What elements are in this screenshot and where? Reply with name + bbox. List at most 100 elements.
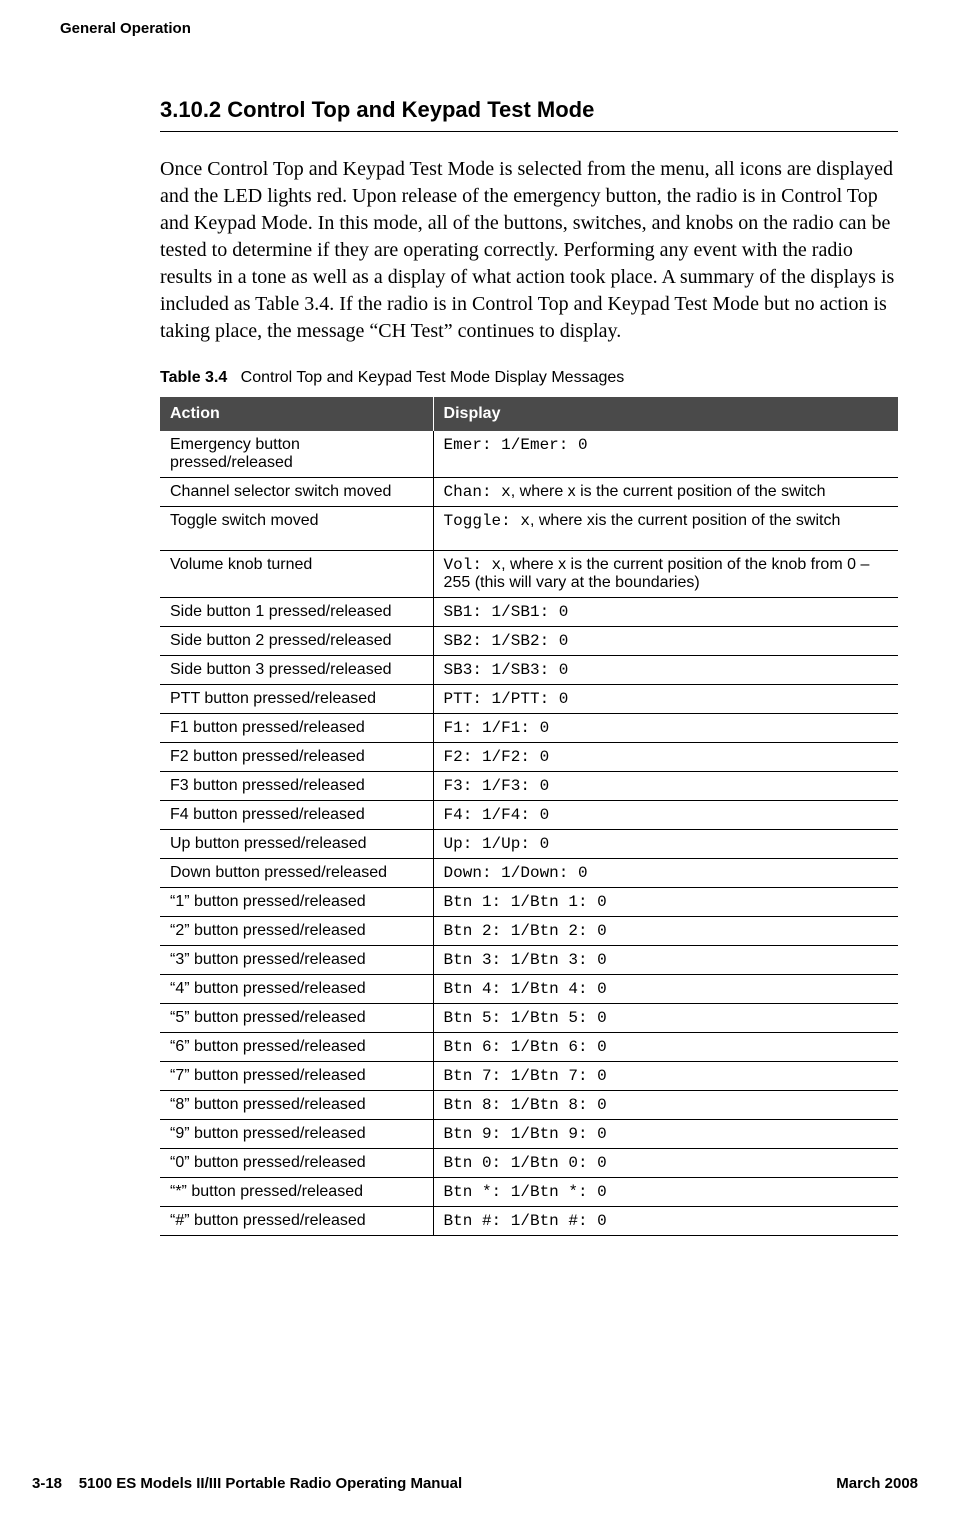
table-cell-action: Up button pressed/released (160, 830, 433, 859)
table-row: “6” button pressed/releasedBtn 6: 1/Btn … (160, 1033, 898, 1062)
table-cell-action: “*” button pressed/released (160, 1178, 433, 1207)
display-code: Btn 0: 1/Btn 0: 0 (444, 1154, 607, 1172)
display-code: Btn #: 1/Btn #: 0 (444, 1212, 607, 1230)
display-code: Btn *: 1/Btn *: 0 (444, 1183, 607, 1201)
table-cell-display: Btn 6: 1/Btn 6: 0 (433, 1033, 898, 1062)
display-code: Btn 3: 1/Btn 3: 0 (444, 951, 607, 969)
table-cell-action: F1 button pressed/released (160, 714, 433, 743)
table-caption-number: Table 3.4 (160, 369, 227, 386)
footer-right: March 2008 (836, 1475, 918, 1492)
table-row: “4” button pressed/released Btn 4: 1/Btn … (160, 975, 898, 1004)
table-cell-action: Toggle switch moved (160, 507, 433, 551)
display-tail: , where xis the current position of the … (530, 512, 840, 529)
running-header: General Operation (60, 20, 918, 37)
display-code: Btn 4: 1/Btn 4: 0 (444, 980, 607, 998)
display-code: Btn 1: 1/Btn 1: 0 (444, 893, 607, 911)
table-cell-display: Down: 1/Down: 0 (433, 859, 898, 888)
table-cell-display: Btn 9: 1/Btn 9: 0 (433, 1120, 898, 1149)
display-code: PTT: 1/PTT: 0 (444, 690, 569, 708)
table-cell-action: Emergency button pressed/released (160, 431, 433, 478)
table-cell-display: Btn 2: 1/Btn 2: 0 (433, 917, 898, 946)
table-cell-action: “8” button pressed/released (160, 1091, 433, 1120)
table-row: “1” button pressed/released Btn 1: 1/Btn … (160, 888, 898, 917)
table-cell-display: Chan: x, where x is the current position… (433, 478, 898, 507)
table-row: Volume knob turnedVol: x, where x is the… (160, 551, 898, 598)
table-cell-display: Btn 5: 1/Btn 5: 0 (433, 1004, 898, 1033)
display-messages-table: Action Display Emergency button pressed/… (160, 397, 898, 1236)
display-code: Down: 1/Down: 0 (444, 864, 588, 882)
table-cell-action: “#” button pressed/released (160, 1207, 433, 1236)
table-cell-display: Vol: x, where x is the current position … (433, 551, 898, 598)
table-header-display: Display (433, 397, 898, 431)
table-cell-action: Down button pressed/released (160, 859, 433, 888)
section-body-paragraph: Once Control Top and Keypad Test Mode is… (160, 156, 898, 345)
page-footer: 3-18 5100 ES Models II/III Portable Radi… (32, 1475, 918, 1492)
table-cell-action: “2” button pressed/released (160, 917, 433, 946)
display-code: Toggle: x (444, 512, 530, 530)
table-cell-action: F3 button pressed/released (160, 772, 433, 801)
table-body: Emergency button pressed/released Emer: 1… (160, 431, 898, 1236)
footer-left: 3-18 5100 ES Models II/III Portable Radi… (32, 1475, 462, 1492)
table-row: “9” button pressed/released Btn 9: 1/Btn … (160, 1120, 898, 1149)
table-cell-action: PTT button pressed/released (160, 685, 433, 714)
table-row: “*” button pressed/released Btn *: 1/Btn … (160, 1178, 898, 1207)
table-row: Side button 2 pressed/releasedSB2: 1/SB2… (160, 627, 898, 656)
table-cell-display: Btn 0: 1/Btn 0: 0 (433, 1149, 898, 1178)
table-row: F2 button pressed/releasedF2: 1/F2: 0 (160, 743, 898, 772)
table-cell-display: PTT: 1/PTT: 0 (433, 685, 898, 714)
table-row: “5” button pressed/releasedBtn 5: 1/Btn … (160, 1004, 898, 1033)
table-cell-action: Channel selector switch moved (160, 478, 433, 507)
table-row: Down button pressed/released Down: 1/Down… (160, 859, 898, 888)
table-cell-action: Side button 3 pressed/released (160, 656, 433, 685)
table-row: Side button 1 pressed/releasedSB1: 1/SB1… (160, 598, 898, 627)
table-cell-display: Btn 1: 1/Btn 1: 0 (433, 888, 898, 917)
table-cell-action: “4” button pressed/released (160, 975, 433, 1004)
table-cell-action: “9” button pressed/released (160, 1120, 433, 1149)
display-code: Btn 7: 1/Btn 7: 0 (444, 1067, 607, 1085)
table-cell-display: F3: 1/F3: 0 (433, 772, 898, 801)
display-code: F3: 1/F3: 0 (444, 777, 550, 795)
table-cell-display: Btn *: 1/Btn *: 0 (433, 1178, 898, 1207)
table-cell-display: SB1: 1/SB1: 0 (433, 598, 898, 627)
table-cell-action: Volume knob turned (160, 551, 433, 598)
table-cell-action: “6” button pressed/released (160, 1033, 433, 1062)
table-header-row: Action Display (160, 397, 898, 431)
display-code: SB3: 1/SB3: 0 (444, 661, 569, 679)
table-row: “7” button pressed/releasedBtn 7: 1/Btn … (160, 1062, 898, 1091)
table-cell-display: Btn 7: 1/Btn 7: 0 (433, 1062, 898, 1091)
table-cell-display: SB2: 1/SB2: 0 (433, 627, 898, 656)
table-cell-action: “0” button pressed/released (160, 1149, 433, 1178)
display-code: Up: 1/Up: 0 (444, 835, 550, 853)
table-row: “0” button pressed/released Btn 0: 1/Btn … (160, 1149, 898, 1178)
table-caption-text: Control Top and Keypad Test Mode Display… (241, 369, 625, 386)
footer-page-number: 3-18 (32, 1475, 62, 1492)
table-cell-action: F2 button pressed/released (160, 743, 433, 772)
table-cell-display: Btn 3: 1/Btn 3: 0 (433, 946, 898, 975)
table-cell-display: F4: 1/F4: 0 (433, 801, 898, 830)
table-cell-display: F1: 1/F1: 0 (433, 714, 898, 743)
table-row: “#” button pressed/released Btn #: 1/Btn … (160, 1207, 898, 1236)
display-tail: , where x is the current position of the… (444, 556, 870, 591)
table-cell-display: SB3: 1/SB3: 0 (433, 656, 898, 685)
display-code: F4: 1/F4: 0 (444, 806, 550, 824)
table-cell-display: Btn #: 1/Btn #: 0 (433, 1207, 898, 1236)
section-heading: 3.10.2 Control Top and Keypad Test Mode (160, 97, 898, 123)
display-code: Btn 9: 1/Btn 9: 0 (444, 1125, 607, 1143)
main-content: 3.10.2 Control Top and Keypad Test Mode … (160, 97, 898, 1236)
table-row: Emergency button pressed/released Emer: 1… (160, 431, 898, 478)
table-cell-action: “1” button pressed/released (160, 888, 433, 917)
table-cell-display: Toggle: x, where xis the current positio… (433, 507, 898, 551)
table-cell-action: “5” button pressed/released (160, 1004, 433, 1033)
table-cell-display: Up: 1/Up: 0 (433, 830, 898, 859)
table-row: F1 button pressed/releasedF1: 1/F1: 0 (160, 714, 898, 743)
table-row: “3” button pressed/releasedBtn 3: 1/Btn … (160, 946, 898, 975)
display-code: Emer: 1/Emer: 0 (444, 436, 588, 454)
table-caption: Table 3.4 Control Top and Keypad Test Mo… (160, 369, 898, 387)
table-row: “2” button pressed/released Btn 2: 1/Btn … (160, 917, 898, 946)
table-row: F4 button pressed/releasedF4: 1/F4: 0 (160, 801, 898, 830)
display-code: Btn 2: 1/Btn 2: 0 (444, 922, 607, 940)
display-code: SB1: 1/SB1: 0 (444, 603, 569, 621)
table-cell-display: Btn 8: 1/Btn 8: 0 (433, 1091, 898, 1120)
table-row: Side button 3 pressed/released SB3: 1/SB3… (160, 656, 898, 685)
display-code: Vol: x (444, 556, 502, 574)
